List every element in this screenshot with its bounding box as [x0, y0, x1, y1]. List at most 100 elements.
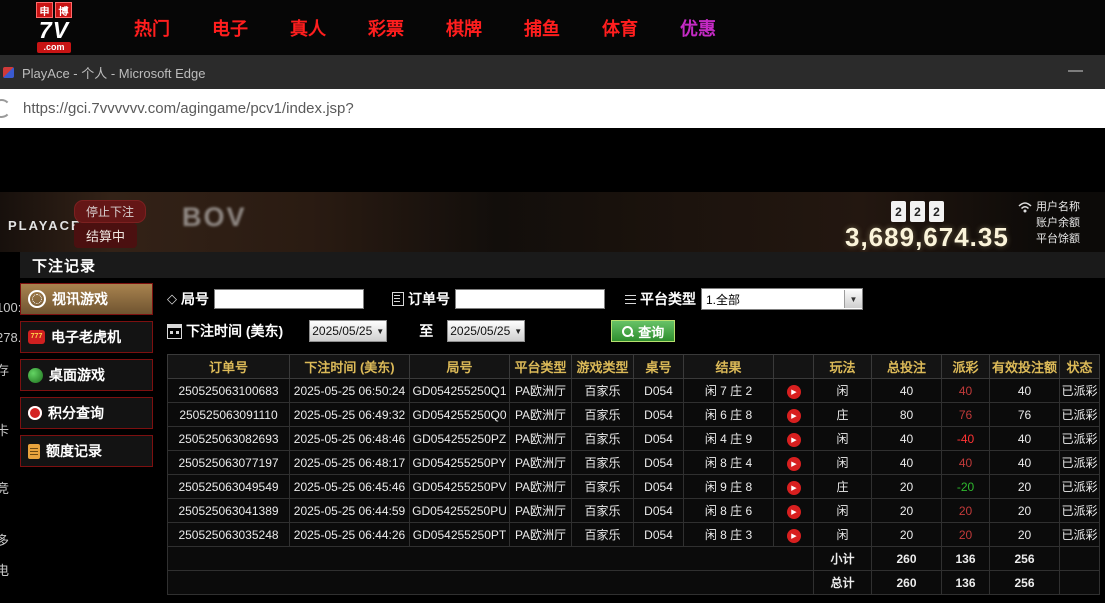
filter-row-1: ◇ 局号 订单号 平台类型 1.全部 ▼	[167, 288, 1105, 310]
nav-item[interactable]: 棋牌	[446, 15, 482, 41]
date-from-select[interactable]: 2025/05/25 ▼	[309, 320, 387, 342]
sidebar-item-points-query[interactable]: 积分查询	[20, 397, 153, 429]
reload-icon[interactable]	[0, 99, 11, 118]
column-header: 局号	[410, 355, 510, 379]
search-button[interactable]: 查询	[611, 320, 675, 342]
search-button-label: 查询	[638, 322, 664, 341]
modal-title: 下注记录	[32, 255, 96, 276]
nav-item[interactable]: 体育	[602, 15, 638, 41]
playing-card: 2	[891, 201, 906, 222]
sidebar-item-label: 电子老虎机	[51, 327, 121, 347]
table-row: 2505250630352482025-05-25 06:44:26GD0542…	[168, 523, 1100, 547]
wifi-icon	[1017, 200, 1033, 218]
cell-status: 已派彩	[1060, 427, 1100, 451]
round-number-input[interactable]	[214, 289, 364, 309]
sidebar-item-table-games[interactable]: 桌面游戏	[20, 359, 153, 391]
address-field[interactable]: https://gci.7vvvvvv.com/agingame/pcv1/in…	[23, 100, 354, 117]
nav-item[interactable]: 彩票	[368, 15, 404, 41]
order-number-input[interactable]	[455, 289, 605, 309]
cell-result: 闲 4 庄 9	[684, 427, 774, 451]
sidebar-item-quota-records[interactable]: 额度记录	[20, 435, 153, 467]
cell-table-no: D054	[634, 403, 684, 427]
play-video-button[interactable]: ▶	[787, 409, 801, 423]
cell-order-no: 250525063082693	[168, 427, 290, 451]
cell-total-bet: 20	[872, 523, 942, 547]
cell-table-no: D054	[634, 499, 684, 523]
table-row: 2505250630826932025-05-25 06:48:46GD0542…	[168, 427, 1100, 451]
sidebar-item-video-games[interactable]: 视讯游戏	[20, 283, 153, 315]
slot-machines-icon	[28, 330, 45, 344]
cell-total-bet: 20	[872, 475, 942, 499]
cell-round-no: GD054255250PT	[410, 523, 510, 547]
date-to-select[interactable]: 2025/05/25 ▼	[447, 320, 525, 342]
video-games-icon	[28, 290, 46, 308]
total-row-total-bet: 260	[872, 571, 942, 595]
table-row: 2505250630911102025-05-25 06:49:32GD0542…	[168, 403, 1100, 427]
round-number-label-group: ◇ 局号	[167, 289, 209, 309]
column-header: 下注时间 (美东)	[290, 355, 410, 379]
sidebar-item-label: 积分查询	[48, 403, 104, 423]
nav-item[interactable]: 热门	[134, 15, 170, 41]
stop-betting-badge: 停止下注	[74, 200, 146, 223]
cell-bet-time: 2025-05-25 06:48:46	[290, 427, 410, 451]
minimize-button[interactable]: —	[1062, 61, 1089, 80]
round-number-icon: ◇	[167, 291, 177, 307]
cell-result: 闲 8 庄 3	[684, 523, 774, 547]
cell-round-no: GD054255250Q1	[410, 379, 510, 403]
table-body: 2505250631006832025-05-25 06:50:24GD0542…	[168, 379, 1100, 595]
play-video-button[interactable]: ▶	[787, 529, 801, 543]
logo-main-text: 7V	[39, 18, 69, 42]
sidebar-item-label: 额度记录	[46, 441, 102, 461]
order-number-label-group: 订单号	[392, 289, 450, 309]
empty-cell	[1060, 547, 1100, 571]
cell-round-no: GD054255250PY	[410, 451, 510, 475]
browser-url-bar: https://gci.7vvvvvv.com/agingame/pcv1/in…	[0, 89, 1105, 128]
nav-items: 热门 电子 真人 彩票 棋牌 捕鱼 体育 优惠	[134, 15, 716, 41]
records-main: ◇ 局号 订单号 平台类型 1.全部 ▼	[153, 278, 1105, 595]
date-from-value: 2025/05/25	[312, 324, 372, 338]
cell-status: 已派彩	[1060, 379, 1100, 403]
cell-game-type: 百家乐	[572, 475, 634, 499]
to-label: 至	[419, 321, 433, 341]
page-content: PLAYACE 停止下注 结算中 BOV 222 3,689,674.35 用户…	[0, 128, 1105, 603]
cell-play-method: 闲	[814, 379, 872, 403]
nav-item[interactable]: 捕鱼	[524, 15, 560, 41]
cell-total-bet: 40	[872, 427, 942, 451]
column-header: 玩法	[814, 355, 872, 379]
cell-bet-time: 2025-05-25 06:44:59	[290, 499, 410, 523]
play-video-button[interactable]: ▶	[787, 433, 801, 447]
cell-table-no: D054	[634, 451, 684, 475]
cell-order-no: 250525063091110	[168, 403, 290, 427]
column-header: 派彩	[942, 355, 990, 379]
empty-cell	[1060, 571, 1100, 595]
play-video-button[interactable]: ▶	[787, 505, 801, 519]
play-video-button[interactable]: ▶	[787, 481, 801, 495]
empty-cell	[168, 547, 814, 571]
modal-body: 视讯游戏电子老虎机桌面游戏积分查询额度记录 ◇ 局号 订单号 平	[20, 278, 1105, 595]
cell-play-method: 闲	[814, 427, 872, 451]
nav-item[interactable]: 真人	[290, 15, 326, 41]
cell-order-no: 250525063100683	[168, 379, 290, 403]
nav-item[interactable]: 电子	[212, 15, 248, 41]
sidebar-item-slot-machines[interactable]: 电子老虎机	[20, 321, 153, 353]
total-row-label: 总计	[814, 571, 872, 595]
cell-game-type: 百家乐	[572, 523, 634, 547]
empty-cell	[168, 571, 814, 595]
subtotal-row-label: 小计	[814, 547, 872, 571]
column-header: 订单号	[168, 355, 290, 379]
cell-total-bet: 40	[872, 379, 942, 403]
play-video-button[interactable]: ▶	[787, 385, 801, 399]
site-logo[interactable]: 申 博 7V .com	[24, 2, 84, 53]
playing-card: 2	[910, 201, 925, 222]
left-edge-fragment: 电	[0, 560, 9, 579]
dropdown-arrow-icon: ▼	[844, 290, 862, 308]
platform-type-select[interactable]: 1.全部 ▼	[701, 288, 863, 310]
cell-game-type: 百家乐	[572, 499, 634, 523]
column-header: 总投注	[872, 355, 942, 379]
play-video-button[interactable]: ▶	[787, 457, 801, 471]
cell-bet-time: 2025-05-25 06:50:24	[290, 379, 410, 403]
cell-payout: 20	[942, 499, 990, 523]
balance-amount: 3,689,674.35	[845, 222, 1009, 253]
nav-item[interactable]: 优惠	[680, 15, 716, 41]
cell-round-no: GD054255250PZ	[410, 427, 510, 451]
